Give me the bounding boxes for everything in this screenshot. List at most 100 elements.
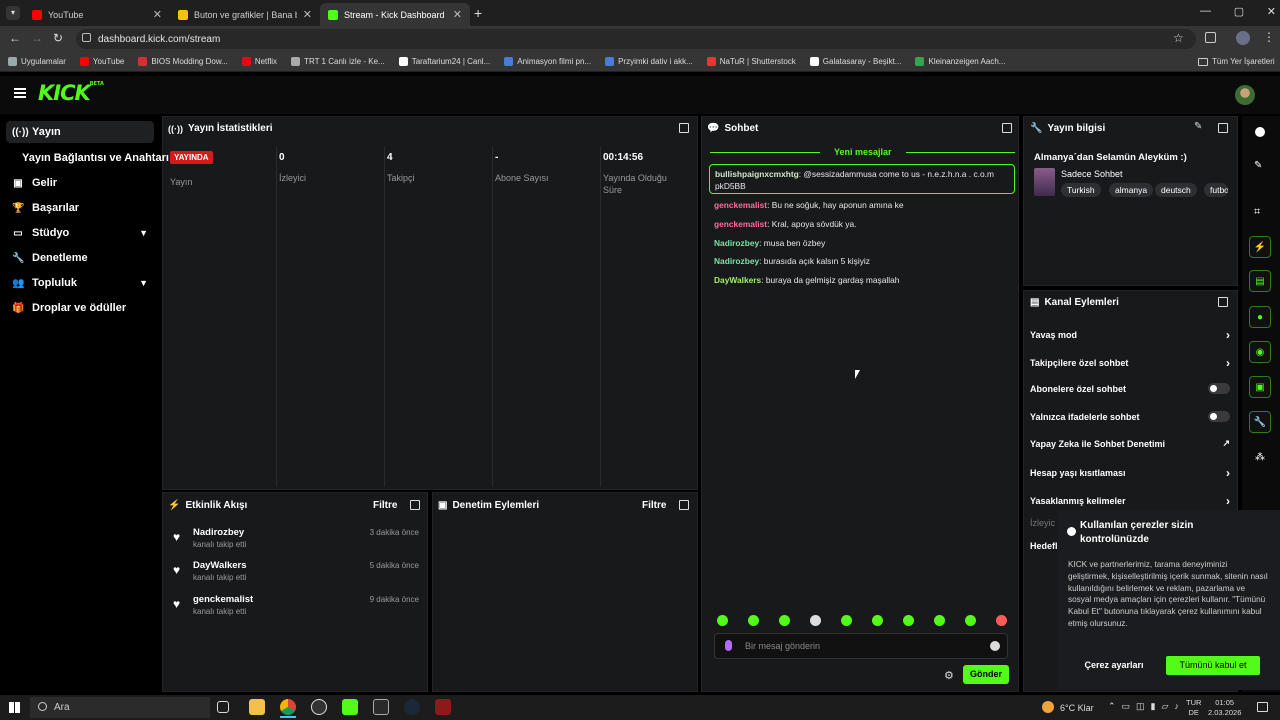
- chevron-down-icon[interactable]: ▼: [139, 278, 148, 288]
- sidebar-item-2[interactable]: ▣ Gelir: [6, 172, 154, 194]
- emote-icon[interactable]: [872, 615, 883, 626]
- weather-text[interactable]: 6°C Klar: [1060, 703, 1094, 713]
- chevron-right-icon[interactable]: ›: [1226, 466, 1230, 480]
- channel-action-row[interactable]: Abonelere özel sohbet: [1030, 383, 1230, 394]
- emote-icon[interactable]: [748, 615, 759, 626]
- hamburger-menu-icon[interactable]: [14, 88, 26, 98]
- forward-icon[interactable]: →: [31, 31, 43, 45]
- channel-action-row[interactable]: Takipçilere özel sohbet ›: [1030, 356, 1230, 370]
- task-view-icon[interactable]: [217, 701, 229, 713]
- quick-action-doc-icon[interactable]: ▤: [1249, 270, 1271, 292]
- chat-settings-icon[interactable]: ⚙: [944, 669, 954, 682]
- emote-icon[interactable]: [841, 615, 852, 626]
- emote-icon[interactable]: [996, 615, 1007, 626]
- kick-logo[interactable]: KICKBETA: [38, 81, 104, 105]
- mic-icon[interactable]: [725, 640, 732, 651]
- channel-action-row[interactable]: Hesap yaşı kısıtlaması ›: [1030, 466, 1230, 480]
- language-indicator[interactable]: TUR DE: [1186, 698, 1201, 718]
- tab-list-icon[interactable]: ▾: [6, 6, 20, 20]
- extensions-icon[interactable]: [1205, 32, 1216, 43]
- reload-icon[interactable]: ↻: [53, 31, 63, 45]
- file-explorer-icon[interactable]: [249, 699, 265, 715]
- stats-popout-icon[interactable]: [679, 123, 689, 133]
- user-avatar[interactable]: [1235, 85, 1255, 105]
- bookmark-item[interactable]: TRT 1 Canlı izle - Ke...: [291, 57, 385, 66]
- quick-action-lightning-icon[interactable]: ⚡: [1249, 236, 1271, 258]
- epic-games-icon[interactable]: [373, 699, 389, 715]
- notification-icon[interactable]: [1257, 702, 1268, 712]
- activity-popout-icon[interactable]: [410, 500, 420, 510]
- close-window-icon[interactable]: ✕: [1267, 5, 1276, 18]
- bookmark-item[interactable]: Galatasaray - Beşikt...: [809, 57, 901, 66]
- new-tab-button[interactable]: +: [474, 5, 482, 21]
- windows-start-icon[interactable]: [9, 702, 20, 713]
- chrome-icon[interactable]: [280, 699, 296, 715]
- quick-action-broadcast-icon[interactable]: ◉: [1249, 341, 1271, 363]
- maximize-icon[interactable]: ▢: [1234, 5, 1244, 18]
- quick-action-list-icon[interactable]: ▣: [1249, 376, 1271, 398]
- channel-action-row[interactable]: Yapay Zeka ile Sohbet Denetimi ↗: [1030, 438, 1230, 449]
- taskbar-search[interactable]: Ara: [30, 697, 210, 718]
- accept-all-button[interactable]: Tümünü kabul et: [1166, 656, 1260, 675]
- moderation-filter-button[interactable]: Filtre: [642, 500, 666, 511]
- tray-icons[interactable]: ⌃▭◫▮▱♪: [1108, 701, 1185, 712]
- quick-action-wrench-icon[interactable]: 🔧: [1249, 411, 1271, 433]
- chat-username[interactable]: Nadirozbey: [714, 238, 759, 248]
- tag-pill[interactable]: almanya: [1109, 183, 1154, 197]
- emote-icon[interactable]: [810, 615, 821, 626]
- sidebar-item-5[interactable]: 🔧 Denetleme: [6, 247, 154, 269]
- bookmark-item[interactable]: NaTuR | Shutterstock: [706, 57, 796, 66]
- address-bar[interactable]: dashboard.kick.com/stream: [76, 29, 1196, 49]
- emote-icon[interactable]: [965, 615, 976, 626]
- sidebar-item-6[interactable]: 👥 Topluluk ▼: [6, 272, 154, 294]
- chat-username[interactable]: genckemalist: [714, 219, 767, 229]
- more-icon[interactable]: ⁂: [1255, 452, 1265, 463]
- bookmark-item[interactable]: BIOS Modding Dow...: [138, 57, 228, 66]
- bookmark-item[interactable]: Przyimki dativ i akk...: [605, 57, 693, 66]
- cookie-settings-button[interactable]: Çerez ayarları: [1068, 656, 1160, 675]
- event-user[interactable]: DayWalkers: [193, 560, 247, 571]
- category-name[interactable]: Sadece Sohbet: [1061, 169, 1123, 179]
- chevron-right-icon[interactable]: ›: [1226, 494, 1230, 508]
- emoji-icon[interactable]: [990, 641, 1000, 651]
- chat-username[interactable]: DayWalkers: [714, 275, 761, 285]
- obs-icon[interactable]: [311, 699, 327, 715]
- edit-icon[interactable]: ✎: [1194, 121, 1202, 132]
- channel-action-row[interactable]: Yavaş mod ›: [1030, 328, 1230, 342]
- emote-icon[interactable]: [779, 615, 790, 626]
- chat-input[interactable]: Bir mesaj gönderin: [714, 633, 1008, 659]
- tab-0[interactable]: YouTube ✕: [24, 3, 170, 26]
- crop-icon[interactable]: ⌗: [1254, 206, 1260, 219]
- event-user[interactable]: Nadirozbey: [193, 527, 244, 538]
- bookmark-item[interactable]: YouTube: [79, 57, 124, 66]
- pencil-icon[interactable]: ✎: [1254, 160, 1262, 171]
- bookmark-item[interactable]: Animasyon filmi pn...: [504, 57, 591, 66]
- bookmark-item[interactable]: Kleinanzeigen Aach...: [915, 57, 1005, 66]
- back-icon[interactable]: ←: [9, 31, 21, 45]
- toggle-switch[interactable]: [1208, 411, 1230, 422]
- site-info-icon[interactable]: [82, 33, 91, 42]
- profile-icon[interactable]: [1236, 31, 1250, 45]
- tab-2[interactable]: Stream - Kick Dashboard ✕: [320, 3, 470, 26]
- chat-username[interactable]: genckemalist: [714, 200, 767, 210]
- tag-pill[interactable]: futbo: [1204, 183, 1228, 197]
- sidebar-item-0[interactable]: ((·)) Yayın: [6, 121, 154, 143]
- emote-icon[interactable]: [934, 615, 945, 626]
- chevron-right-icon[interactable]: ›: [1226, 356, 1230, 370]
- clock[interactable]: 01:05 2.03.2026: [1208, 698, 1241, 718]
- external-link-icon[interactable]: ↗: [1222, 438, 1230, 449]
- tab-close-icon[interactable]: ✕: [303, 8, 312, 21]
- moderation-popout-icon[interactable]: [679, 500, 689, 510]
- emote-icon[interactable]: [717, 615, 728, 626]
- chat-username[interactable]: bullishpaignxcmxhtg: [715, 169, 799, 179]
- steam-icon[interactable]: [404, 699, 420, 715]
- chevron-down-icon[interactable]: ▼: [139, 228, 148, 238]
- bookmark-star-icon[interactable]: ☆: [1173, 31, 1184, 45]
- sidebar-item-3[interactable]: 🏆 Başarılar: [6, 197, 154, 219]
- sidebar-item-4[interactable]: ▭ Stüdyo ▼: [6, 222, 154, 244]
- send-button[interactable]: Gönder: [963, 665, 1009, 684]
- tag-pill[interactable]: deutsch: [1155, 183, 1197, 197]
- activity-filter-button[interactable]: Filtre: [373, 500, 397, 511]
- chat-username[interactable]: Nadirozbey: [714, 256, 759, 266]
- toggle-switch[interactable]: [1208, 383, 1230, 394]
